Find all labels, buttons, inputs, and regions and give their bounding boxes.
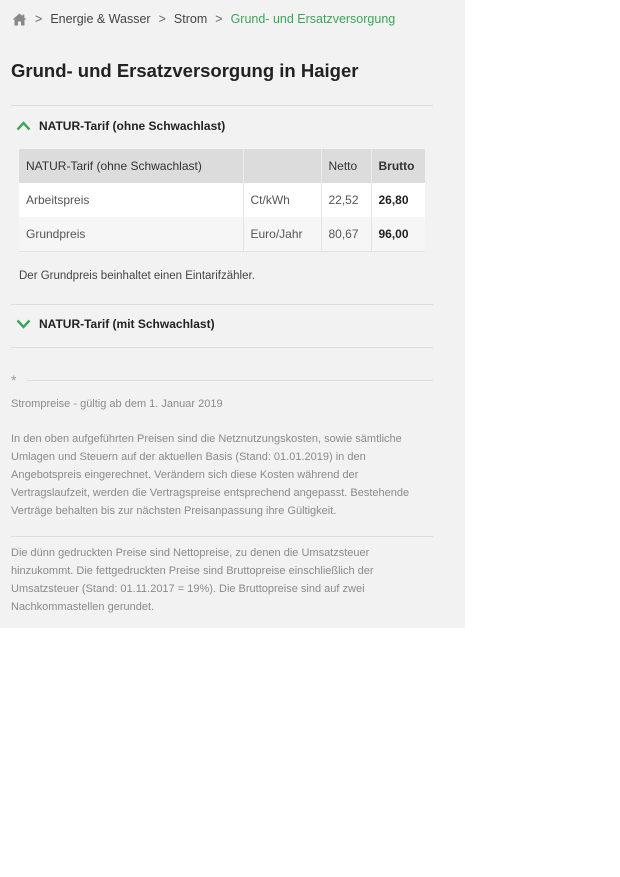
breadcrumb-strom[interactable]: Strom <box>174 12 207 26</box>
divider <box>11 105 433 106</box>
breadcrumb-separator: > <box>35 12 43 26</box>
table-cell-netto: 22,52 <box>321 183 372 217</box>
divider <box>11 304 433 305</box>
price-table: NATUR-Tarif (ohne Schwachlast) Netto Bru… <box>19 149 425 252</box>
breadcrumb-energie-wasser[interactable]: Energie & Wasser <box>50 12 150 26</box>
info-paragraph-tax: Die dünn gedruckten Preise sind Nettopre… <box>11 547 374 613</box>
table-cell-unit: Euro/Jahr <box>243 217 322 252</box>
chevron-up-icon <box>16 121 31 131</box>
table-header-unit <box>243 149 322 183</box>
table-cell-unit: Ct/kWh <box>243 183 322 217</box>
table-cell-label: Grundpreis <box>19 217 244 252</box>
breadcrumb-current: Grund- und Ersatzversorgung <box>230 12 396 26</box>
table-cell-netto: 80,67 <box>321 217 372 252</box>
table-header-netto: Netto <box>321 149 372 183</box>
accordion-title: NATUR-Tarif (mit Schwachlast) <box>39 317 215 331</box>
tariff-note: Der Grundpreis beinhaltet einen Eintarif… <box>19 270 255 282</box>
accordion-header-mit-schwachlast[interactable]: NATUR-Tarif (mit Schwachlast) <box>16 317 215 331</box>
table-header-brutto: Brutto <box>371 149 425 183</box>
accordion-title: NATUR-Tarif (ohne Schwachlast) <box>39 119 226 133</box>
table-cell-label: Arbeitspreis <box>19 183 244 217</box>
table-cell-brutto: 26,80 <box>371 183 425 217</box>
table-header-row: NATUR-Tarif (ohne Schwachlast) Netto Bru… <box>19 149 425 183</box>
footnote-star: * <box>11 372 17 388</box>
accordion-header-ohne-schwachlast[interactable]: NATUR-Tarif (ohne Schwachlast) <box>16 119 225 133</box>
content-panel: > Energie & Wasser > Strom > Grund- und … <box>0 0 465 628</box>
breadcrumb: > Energie & Wasser > Strom > Grund- und … <box>12 10 395 28</box>
chevron-down-icon <box>16 319 31 329</box>
divider <box>11 347 433 348</box>
divider <box>11 536 433 537</box>
table-cell-brutto: 96,00 <box>371 217 425 252</box>
footnote-divider <box>27 380 433 381</box>
breadcrumb-separator: > <box>215 12 223 26</box>
table-row: Arbeitspreis Ct/kWh 22,52 26,80 <box>19 183 425 217</box>
table-header-tariff: NATUR-Tarif (ohne Schwachlast) <box>19 149 244 183</box>
page-title: Grund- und Ersatzversorgung in Haiger <box>11 60 359 81</box>
info-paragraph-prices: In den oben aufgeführten Preisen sind di… <box>11 433 410 517</box>
validity-text: Strompreise - gültig ab dem 1. Januar 20… <box>11 398 223 410</box>
breadcrumb-separator: > <box>158 12 166 26</box>
table-row: Grundpreis Euro/Jahr 80,67 96,00 <box>19 217 425 252</box>
home-icon[interactable] <box>12 13 27 26</box>
